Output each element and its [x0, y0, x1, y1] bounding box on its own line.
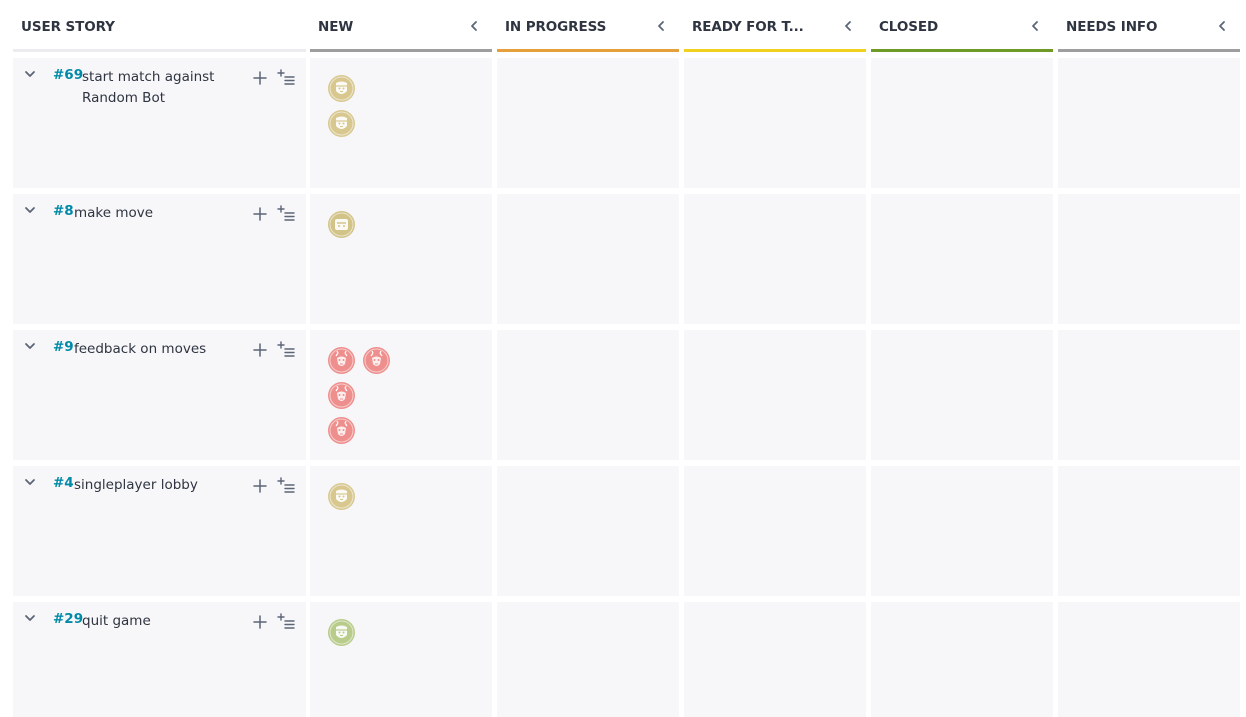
column-title-ready-for-test: READY FOR T...	[692, 19, 804, 35]
story-name[interactable]: quit game	[82, 611, 232, 632]
status-cell	[871, 194, 1053, 324]
story-ref[interactable]: #9	[53, 339, 74, 355]
chevron-left-icon[interactable]	[1214, 16, 1230, 36]
task-avatar[interactable]	[328, 417, 355, 444]
status-cell	[497, 466, 679, 596]
plus-icon[interactable]	[253, 614, 267, 629]
task-avatar[interactable]	[328, 382, 355, 409]
plus-icon[interactable]	[253, 70, 267, 85]
column-underline-in-progress	[497, 49, 679, 52]
status-cell	[1058, 466, 1240, 596]
chevron-left-icon[interactable]	[466, 16, 482, 36]
status-cell	[497, 330, 679, 460]
status-cell	[684, 194, 866, 324]
story-row: #8 make move	[13, 194, 1240, 324]
add-bulk-icon[interactable]	[277, 69, 295, 85]
story-row: #9 feedback on moves	[13, 330, 1240, 460]
story-ref[interactable]: #29	[53, 611, 83, 627]
task-avatar[interactable]	[328, 619, 355, 646]
user-story-card: #8 make move	[13, 194, 306, 324]
status-cell	[684, 58, 866, 188]
plus-icon[interactable]	[253, 342, 267, 357]
story-ref[interactable]: #4	[53, 475, 74, 491]
story-column-title: USER STORY	[21, 19, 115, 35]
chevron-left-icon[interactable]	[1027, 16, 1043, 36]
column-header-closed: CLOSED	[871, 0, 1053, 54]
story-name[interactable]: start match against Random Bot	[82, 67, 232, 109]
task-avatar[interactable]	[328, 347, 355, 374]
add-bulk-icon[interactable]	[277, 613, 295, 629]
column-underline-closed	[871, 49, 1053, 52]
chevron-down-icon[interactable]	[23, 610, 37, 624]
status-cell	[497, 58, 679, 188]
chevron-down-icon[interactable]	[23, 474, 37, 488]
chevron-down-icon[interactable]	[23, 202, 37, 216]
column-title-closed: CLOSED	[879, 19, 939, 35]
task-avatar[interactable]	[363, 347, 390, 374]
task-avatar[interactable]	[328, 483, 355, 510]
column-underline-needs-info	[1058, 49, 1240, 52]
status-cell	[871, 330, 1053, 460]
column-header-in-progress: IN PROGRESS	[497, 0, 679, 54]
status-cell	[871, 58, 1053, 188]
story-ref[interactable]: #69	[53, 67, 83, 83]
add-bulk-icon[interactable]	[277, 341, 295, 357]
status-cell	[871, 466, 1053, 596]
story-row: #69 start match against Random Bot	[13, 58, 1240, 188]
status-cell	[684, 602, 866, 717]
status-cell	[497, 602, 679, 717]
status-cell	[684, 330, 866, 460]
add-bulk-icon[interactable]	[277, 477, 295, 493]
user-story-card: #4 singleplayer lobby	[13, 466, 306, 596]
status-cell	[1058, 602, 1240, 717]
story-name[interactable]: make move	[74, 203, 224, 224]
chevron-left-icon[interactable]	[840, 16, 856, 36]
column-header-ready-for-test: READY FOR T...	[684, 0, 866, 54]
column-header-new: NEW	[310, 0, 492, 54]
task-avatar[interactable]	[328, 110, 355, 137]
user-story-card: #9 feedback on moves	[13, 330, 306, 460]
plus-icon[interactable]	[253, 478, 267, 493]
story-row: #29 quit game	[13, 602, 1240, 717]
story-name[interactable]: singleplayer lobby	[74, 475, 224, 496]
story-row: #4 singleplayer lobby	[13, 466, 1240, 596]
task-avatar[interactable]	[328, 211, 355, 238]
column-title-new: NEW	[318, 19, 354, 35]
status-cell	[1058, 58, 1240, 188]
status-cell	[497, 194, 679, 324]
status-cell	[871, 602, 1053, 717]
column-title-needs-info: NEEDS INFO	[1066, 19, 1158, 35]
column-header-needs-info: NEEDS INFO	[1058, 0, 1240, 54]
user-story-card: #69 start match against Random Bot	[13, 58, 306, 188]
story-column-underline	[13, 49, 306, 52]
status-cell	[684, 466, 866, 596]
chevron-down-icon[interactable]	[23, 66, 37, 80]
chevron-down-icon[interactable]	[23, 338, 37, 352]
column-title-in-progress: IN PROGRESS	[505, 19, 607, 35]
story-ref[interactable]: #8	[53, 203, 74, 219]
column-underline-ready-for-test	[684, 49, 866, 52]
status-cell	[1058, 194, 1240, 324]
plus-icon[interactable]	[253, 206, 267, 221]
column-underline-new	[310, 49, 492, 52]
story-name[interactable]: feedback on moves	[74, 339, 224, 360]
story-column-header: USER STORY	[13, 0, 306, 54]
chevron-left-icon[interactable]	[653, 16, 669, 36]
add-bulk-icon[interactable]	[277, 205, 295, 221]
user-story-card: #29 quit game	[13, 602, 306, 717]
status-cell	[1058, 330, 1240, 460]
task-avatar[interactable]	[328, 75, 355, 102]
